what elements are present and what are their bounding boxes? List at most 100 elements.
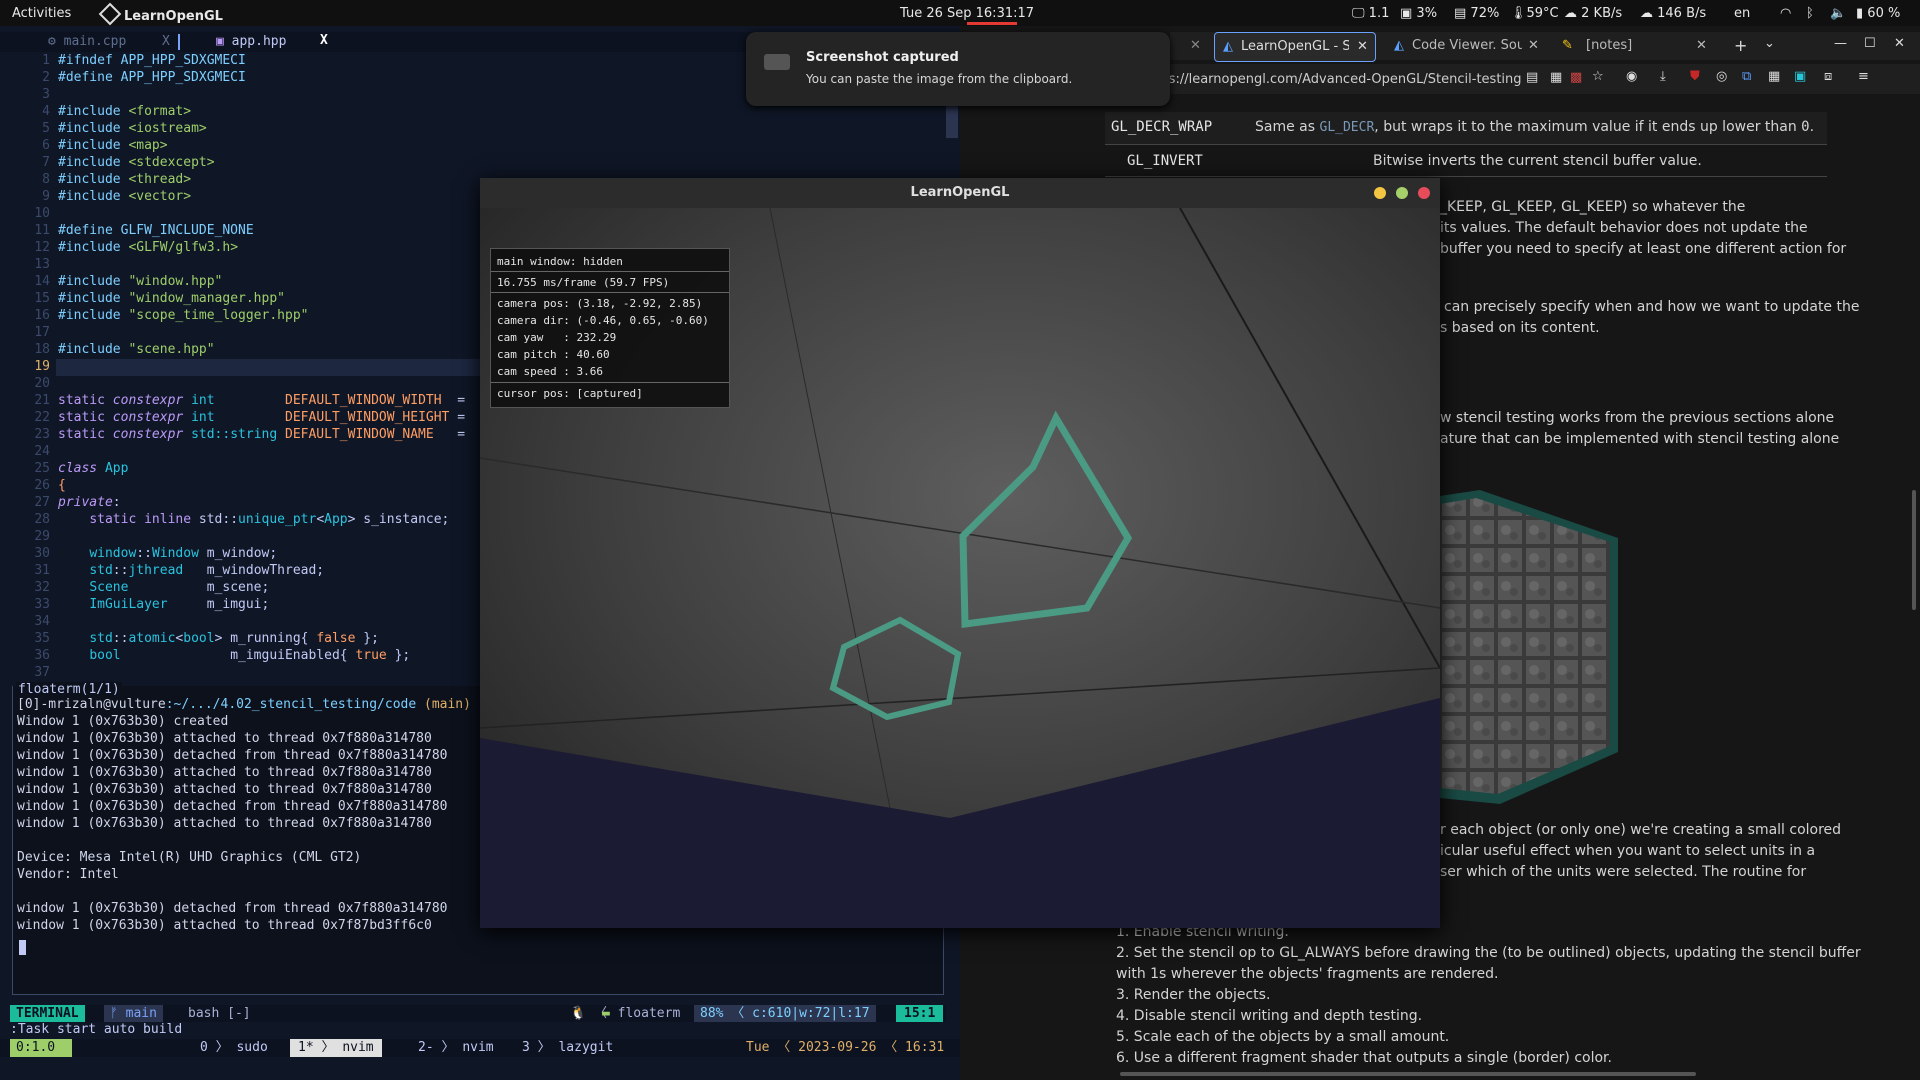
menu-icon[interactable]: ≡ (1858, 69, 1869, 84)
flag-icon[interactable]: ▩ (1570, 70, 1582, 85)
browser-scrollbar[interactable] (1912, 490, 1916, 610)
list-item: 6. Use a different fragment shader that … (1116, 1050, 1612, 1066)
line-number: 31 (34, 563, 50, 578)
volume-icon[interactable]: 🔈 (1830, 6, 1846, 21)
tmux-window-3[interactable]: 3 〉 lazygit (522, 1039, 613, 1057)
wifi-icon[interactable]: ◠ (1780, 6, 1791, 21)
bluetooth-icon[interactable]: ᛒ (1806, 6, 1814, 21)
tab-close-icon[interactable]: ✕ (1528, 38, 1539, 53)
tab-list-icon[interactable]: ⌄ (1764, 36, 1775, 51)
save-icon[interactable]: ▣ (1794, 69, 1806, 84)
mode-indicator: TERMINAL (10, 1005, 85, 1022)
notification-body: You can paste the image from the clipboa… (806, 72, 1073, 86)
nvim-statusline: TERMINAL ᚠ main bash [-] 🐧 〈 ▬ floaterm … (10, 1005, 946, 1022)
table-row: GL_DECR_WRAP Same as GL_DECR, but wraps … (1105, 112, 1827, 145)
stencil-outline-image (1440, 490, 1618, 804)
app-name: LearnOpenGL (124, 9, 223, 24)
tmux-window-2[interactable]: 2- 〉 nvim (418, 1039, 494, 1057)
url-field[interactable]: https://learnopengl.com/Advanced-OpenGL/… (1142, 72, 1522, 87)
floaterm-title: floaterm(1/1) (16, 682, 122, 697)
maximize-button[interactable] (1396, 187, 1408, 199)
tmux-datetime: Tue 〈 2023-09-26 〈 16:31 (746, 1040, 945, 1055)
close-button[interactable] (1418, 187, 1430, 199)
line-number: 9 (42, 189, 50, 204)
activities-button[interactable]: Activities (12, 6, 71, 21)
extension-icon[interactable]: ◉ (1626, 69, 1637, 84)
branch-icon: ᚠ (110, 1006, 126, 1021)
new-tab-icon[interactable]: + (1734, 36, 1747, 55)
close-window-icon[interactable]: ✕ (1894, 36, 1905, 51)
download-icon[interactable]: ⤓ (1660, 69, 1666, 84)
line-number: 2 (42, 70, 50, 85)
workspace-indicator[interactable]: 🖵 1.1 (1352, 6, 1389, 21)
download-indicator: ☁ 146 B/s (1640, 6, 1707, 21)
tmux-window-0[interactable]: 0 〉 sudo (200, 1039, 268, 1057)
code-text: bool m_imguiEnabled{ true }; (89, 648, 411, 663)
tab-app-hpp-close[interactable]: X (320, 33, 328, 48)
reader-icon[interactable]: ▤ (1526, 70, 1538, 85)
op-name: GL_DECR_WRAP (1111, 119, 1213, 135)
thermometer-icon: 🌡 (1510, 6, 1527, 21)
tab-close-icon[interactable]: ✕ (1696, 38, 1707, 53)
browser-hscrollbar[interactable] (1120, 1072, 1696, 1076)
terminal-line: window 1 (0x763b30) detached from thread… (17, 901, 448, 916)
grid-icon[interactable]: ▦ (1768, 69, 1780, 84)
mask-icon[interactable]: ◎ (1716, 69, 1727, 84)
puzzle-icon[interactable]: ⧈ (1824, 69, 1832, 84)
tab-learnopengl[interactable]: ◭ LearnOpenGL - Ste ✕ (1214, 32, 1376, 62)
cube-face (1440, 498, 1610, 794)
terminal-line: window 1 (0x763b30) attached to thread 0… (17, 731, 432, 746)
terminal-line: Device: Mesa Intel(R) UHD Graphics (CML … (17, 850, 362, 865)
tmux-window-1[interactable]: 1* 〉 nvim (290, 1039, 382, 1057)
render-viewport[interactable]: main window: hidden 16.755 ms/frame (59.… (480, 208, 1440, 928)
battery-icon: ▮ (1856, 6, 1868, 21)
notes-icon: ✎ (1562, 38, 1573, 53)
line-number: 34 (34, 614, 50, 629)
table-row: GL_INVERT Bitwise inverts the current st… (1105, 146, 1827, 177)
imgui-line: main window: hidden (497, 255, 623, 268)
paragraph-line: ser which of the units were selected. Th… (1440, 864, 1807, 880)
battery-indicator[interactable]: ▮ 60 % (1856, 6, 1900, 21)
code-text: #include <iostream> (58, 121, 207, 136)
maximize-icon[interactable]: ☐ (1864, 36, 1876, 51)
filetype: ▬ floaterm (602, 1006, 681, 1021)
tab-app-hpp[interactable]: ▣ app.hpp (216, 34, 286, 49)
list-item: 3. Render the objects. (1116, 987, 1271, 1003)
opengl-window[interactable]: LearnOpenGL main window: hidden 16.755 m… (480, 178, 1440, 928)
minimize-button[interactable] (1374, 187, 1386, 199)
line-number: 25 (34, 461, 50, 476)
ublock-icon[interactable]: ⛊ (1690, 69, 1700, 84)
app-menu[interactable]: LearnOpenGL (98, 2, 223, 26)
cmdline: :Task start auto build (10, 1022, 183, 1037)
tab-prev-close[interactable]: ✕ (1190, 38, 1201, 53)
scroll-info: 88% 〈 c:610|w:72|l:17 (694, 1005, 876, 1022)
minimize-icon[interactable]: — (1834, 36, 1847, 51)
imgui-line: cursor pos: [captured] (497, 387, 643, 400)
git-branch: ᚠ main (104, 1005, 163, 1022)
tab-close-icon[interactable]: ✕ (1357, 39, 1368, 54)
tab-main-cpp[interactable]: ⚙ main.cpp (48, 34, 126, 49)
line-number: 21 (34, 393, 50, 408)
clock[interactable]: Tue 26 Sep 16:31:17 (900, 6, 1034, 21)
upload-indicator: ☁ 2 KB/s (1564, 6, 1623, 21)
translate-icon[interactable]: ⧉ (1742, 69, 1751, 84)
paragraph-line: s based on its content. (1440, 320, 1600, 336)
bookmark-star-icon[interactable]: ☆ (1592, 69, 1604, 84)
imgui-overlay[interactable]: main window: hidden 16.755 ms/frame (59.… (490, 248, 730, 408)
tab-main-cpp-close[interactable]: X (162, 34, 170, 49)
code-text: static constexpr int DEFAULT_WINDOW_HEIG… (58, 410, 466, 425)
terminal-line: Window 1 (0x763b30) created (17, 714, 229, 729)
line-number: 5 (42, 121, 50, 136)
line-number: 3 (42, 87, 50, 102)
code-viewer-icon: ◭ (1394, 38, 1404, 53)
qr-icon[interactable]: ▦ (1550, 70, 1562, 85)
window-titlebar[interactable]: LearnOpenGL (480, 178, 1440, 208)
line-number: 30 (34, 546, 50, 561)
tab-notes[interactable]: ✎ [notes] ✕ (1558, 32, 1718, 60)
imgui-line: cam speed : 3.66 (497, 365, 603, 378)
notification[interactable]: Screenshot captured You can paste the im… (746, 32, 1170, 106)
paragraph-line: icular useful effect when you want to se… (1440, 843, 1816, 859)
line-number: 14 (34, 274, 50, 289)
tab-code-viewer[interactable]: ◭ Code Viewer. Sourc ✕ (1388, 32, 1548, 60)
keyboard-layout[interactable]: en (1734, 6, 1750, 21)
